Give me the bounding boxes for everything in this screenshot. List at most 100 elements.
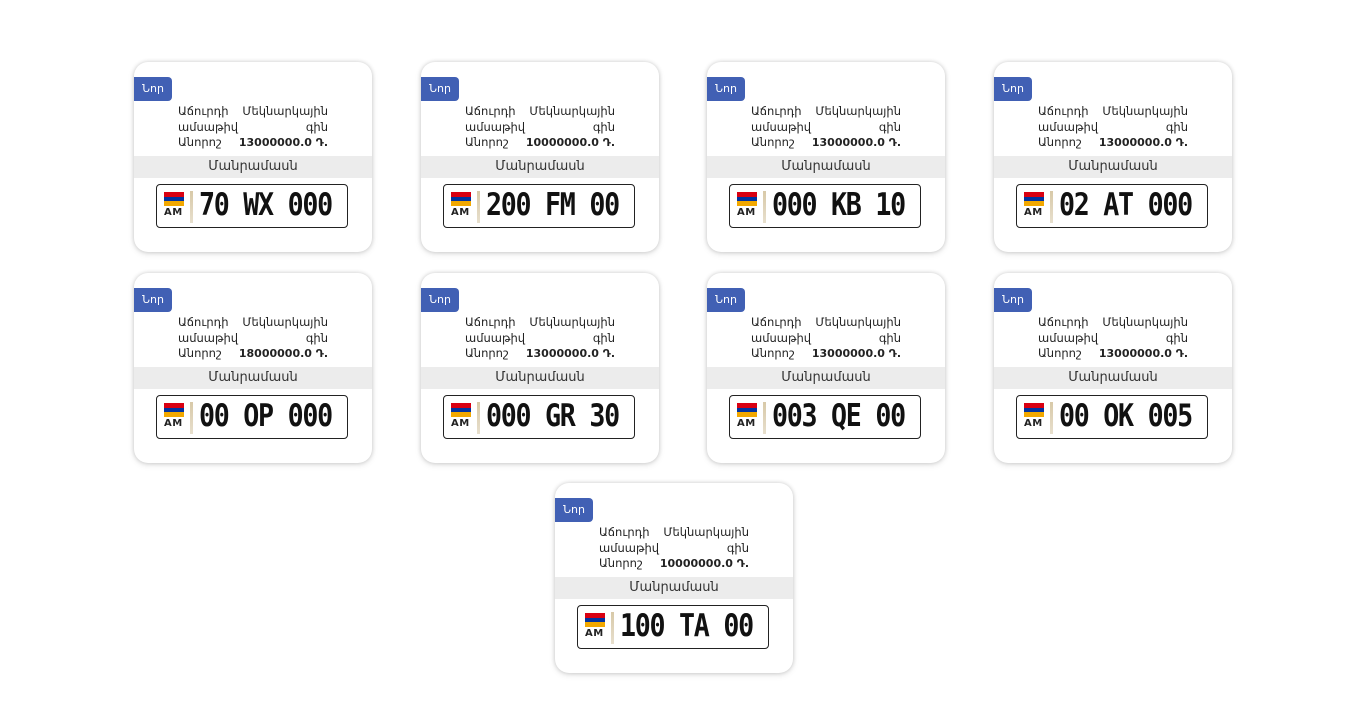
details-button[interactable]: Մանրամասն (707, 156, 945, 178)
country-code: AM (1024, 207, 1043, 218)
plate-number: 200 FM 00 (486, 187, 620, 223)
license-plate: AM 003 QE 00 (729, 395, 921, 439)
armenian-flag-icon (164, 403, 184, 418)
auction-info: Աճուրդի Մեկնարկային ամսաթիվ գին Անորոշ 1300… (1038, 315, 1188, 362)
auction-info: Աճուրդի Մեկնարկային ամսաթիվ գին Անորոշ 1300… (1038, 104, 1188, 151)
details-button[interactable]: Մանրամասն (421, 367, 659, 389)
plate-card[interactable]: Նոր Աճուրդի Մեկնարկային ամսաթիվ գին Անորոշ… (994, 273, 1232, 463)
date-value: Անորոշ (465, 135, 509, 149)
auction-label: Աճուրդի (751, 104, 802, 118)
date-label: ամսաթիվ (1038, 330, 1099, 345)
plate-card[interactable]: Նոր Աճուրդի Մեկնարկային ամսաթիվ գին Անորոշ… (707, 62, 945, 252)
country-code: AM (737, 207, 756, 218)
date-label: ամսաթիվ (751, 330, 812, 345)
plate-number: 100 TA 00 (620, 608, 754, 644)
price-value: 10000000.0 Դ. (525, 136, 615, 149)
armenian-flag-icon (451, 403, 471, 418)
date-label: ամսաթիվ (599, 540, 660, 555)
auction-label: Աճուրդի (1038, 315, 1089, 329)
plate-number: 00 OK 005 (1059, 398, 1193, 434)
details-button[interactable]: Մանրամասն (421, 156, 659, 178)
details-button[interactable]: Մանրամասն (134, 156, 372, 178)
plate-card[interactable]: Նոր Աճուրդի Մեկնարկային ամսաթիվ գին Անորոշ… (421, 62, 659, 252)
plate-card[interactable]: Նոր Աճուրդի Մեկնարկային ամսաթիվ գին Անորոշ… (134, 273, 372, 463)
plate-number: 000 GR 30 (486, 398, 620, 434)
auction-info: Աճուրդի Մեկնարկային ամսաթիվ գին Անորոշ 1300… (465, 315, 615, 362)
start-price-label: Մեկնարկային (242, 315, 328, 329)
license-plate: AM 00 OK 005 (1016, 395, 1208, 439)
country-code: AM (451, 418, 470, 429)
auction-label: Աճուրդի (751, 315, 802, 329)
new-badge: Նոր (994, 288, 1032, 312)
plate-card[interactable]: Նոր Աճուրդի Մեկնարկային ամսաթիվ գին Անորոշ… (421, 273, 659, 463)
start-price-label: Մեկնարկային (815, 104, 901, 118)
price-value: 13000000.0 Դ. (238, 136, 328, 149)
country-code: AM (451, 207, 470, 218)
price-label: գին (726, 540, 749, 555)
price-value: 13000000.0 Դ. (1098, 347, 1188, 360)
details-button[interactable]: Մանրամասն (994, 156, 1232, 178)
plate-card[interactable]: Նոր Աճուրդի Մեկնարկային ամսաթիվ գին Անորոշ… (707, 273, 945, 463)
start-price-label: Մեկնարկային (1102, 104, 1188, 118)
plate-number: 70 WX 000 (199, 187, 333, 223)
details-button[interactable]: Մանրամասն (134, 367, 372, 389)
plate-card[interactable]: Նոր Աճուրդի Մեկնարկային ամսաթիվ գին Անորոշ… (994, 62, 1232, 252)
plate-separator (763, 191, 766, 223)
plate-card[interactable]: Նոր Աճուրդի Մեկնարկային ամսաթիվ գին Անորոշ… (555, 483, 793, 673)
country-code: AM (164, 207, 183, 218)
plate-number: 000 KB 10 (772, 187, 906, 223)
armenian-flag-icon (585, 613, 605, 628)
plate-separator (763, 402, 766, 434)
license-plate: AM 02 AT 000 (1016, 184, 1208, 228)
auction-info: Աճուրդի Մեկնարկային ամսաթիվ գին Անորոշ 1300… (751, 104, 901, 151)
plate-separator (477, 191, 480, 223)
price-value: 13000000.0 Դ. (525, 347, 615, 360)
armenian-flag-icon (737, 403, 757, 418)
price-label: գին (305, 119, 328, 134)
armenian-flag-icon (164, 192, 184, 207)
country-code: AM (1024, 418, 1043, 429)
armenian-flag-icon (1024, 403, 1044, 418)
details-button[interactable]: Մանրամասն (707, 367, 945, 389)
auction-label: Աճուրդի (599, 525, 650, 539)
plate-card[interactable]: Նոր Աճուրդի Մեկնարկային ամսաթիվ գին Անորոշ… (134, 62, 372, 252)
new-badge: Նոր (421, 288, 459, 312)
start-price-label: Մեկնարկային (242, 104, 328, 118)
auction-info: Աճուրդի Մեկնարկային ամսաթիվ գին Անորոշ 1300… (178, 104, 328, 151)
start-price-label: Մեկնարկային (1102, 315, 1188, 329)
details-button[interactable]: Մանրամասն (555, 577, 793, 599)
date-value: Անորոշ (1038, 346, 1082, 360)
auction-info: Աճուրդի Մեկնարկային ամսաթիվ գին Անորոշ 1300… (751, 315, 901, 362)
auction-label: Աճուրդի (1038, 104, 1089, 118)
country-code: AM (737, 418, 756, 429)
date-value: Անորոշ (1038, 135, 1082, 149)
date-value: Անորոշ (178, 135, 222, 149)
date-value: Անորոշ (465, 346, 509, 360)
price-label: գին (592, 119, 615, 134)
date-label: ամսաթիվ (178, 330, 239, 345)
new-badge: Նոր (421, 77, 459, 101)
price-label: գին (878, 119, 901, 134)
price-label: գին (1165, 330, 1188, 345)
new-badge: Նոր (707, 77, 745, 101)
date-value: Անորոշ (751, 346, 795, 360)
details-button[interactable]: Մանրամասն (994, 367, 1232, 389)
plate-separator (190, 402, 193, 434)
date-label: ամսաթիվ (178, 119, 239, 134)
start-price-label: Մեկնարկային (815, 315, 901, 329)
plate-number: 02 AT 000 (1059, 187, 1193, 223)
price-value: 13000000.0 Դ. (811, 136, 901, 149)
date-value: Անորոշ (751, 135, 795, 149)
price-label: գին (592, 330, 615, 345)
date-label: ամսաթիվ (465, 119, 526, 134)
plate-number: 003 QE 00 (772, 398, 906, 434)
new-badge: Նոր (707, 288, 745, 312)
auction-label: Աճուրդի (465, 315, 516, 329)
plate-separator (611, 612, 614, 644)
plate-separator (190, 191, 193, 223)
armenian-flag-icon (737, 192, 757, 207)
license-plate: AM 00 OP 000 (156, 395, 348, 439)
auction-label: Աճուրդի (178, 104, 229, 118)
license-plate: AM 70 WX 000 (156, 184, 348, 228)
new-badge: Նոր (134, 77, 172, 101)
